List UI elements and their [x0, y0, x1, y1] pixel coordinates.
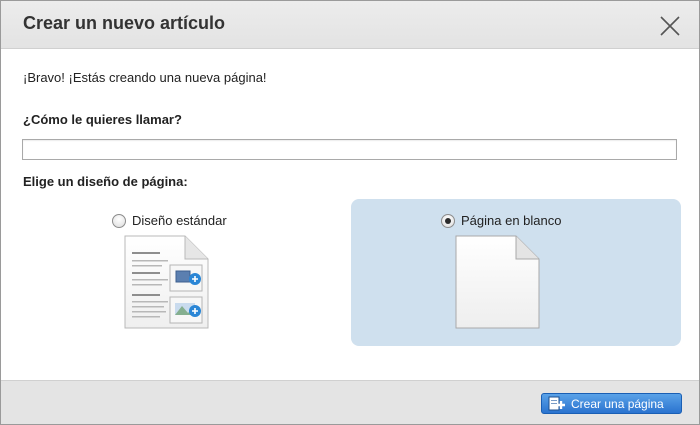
create-page-button[interactable]: Crear una página: [541, 393, 682, 414]
blank-page-label: Página en blanco: [461, 213, 562, 228]
layout-option-standard-row: Diseño estándar: [112, 213, 227, 228]
layout-label: Elige un diseño de página:: [23, 174, 188, 189]
create-page-label: Crear una página: [571, 396, 664, 411]
create-article-dialog: Crear un nuevo artículo ¡Bravo! ¡Estás c…: [0, 0, 700, 425]
standard-layout-icon: [122, 235, 212, 336]
layout-option-standard[interactable]: Diseño estándar: [20, 199, 350, 346]
blank-page-icon: [453, 235, 543, 336]
article-name-input[interactable]: [22, 139, 677, 160]
dialog-title: Crear un nuevo artículo: [23, 13, 226, 33]
add-page-icon: [548, 396, 566, 412]
article-name-label: ¿Cómo le quieres llamar?: [23, 112, 182, 127]
dialog-footer: Crear una página: [1, 380, 699, 424]
layout-option-blank[interactable]: Página en blanco: [351, 199, 681, 346]
close-icon[interactable]: [659, 15, 681, 37]
dialog-header: Crear un nuevo artículo: [1, 1, 699, 49]
blank-page-radio[interactable]: [441, 213, 455, 228]
standard-layout-radio[interactable]: [112, 213, 126, 228]
layout-option-blank-row: Página en blanco: [441, 213, 561, 228]
standard-layout-label: Diseño estándar: [132, 213, 227, 228]
intro-text: ¡Bravo! ¡Estás creando una nueva página!: [23, 70, 267, 85]
